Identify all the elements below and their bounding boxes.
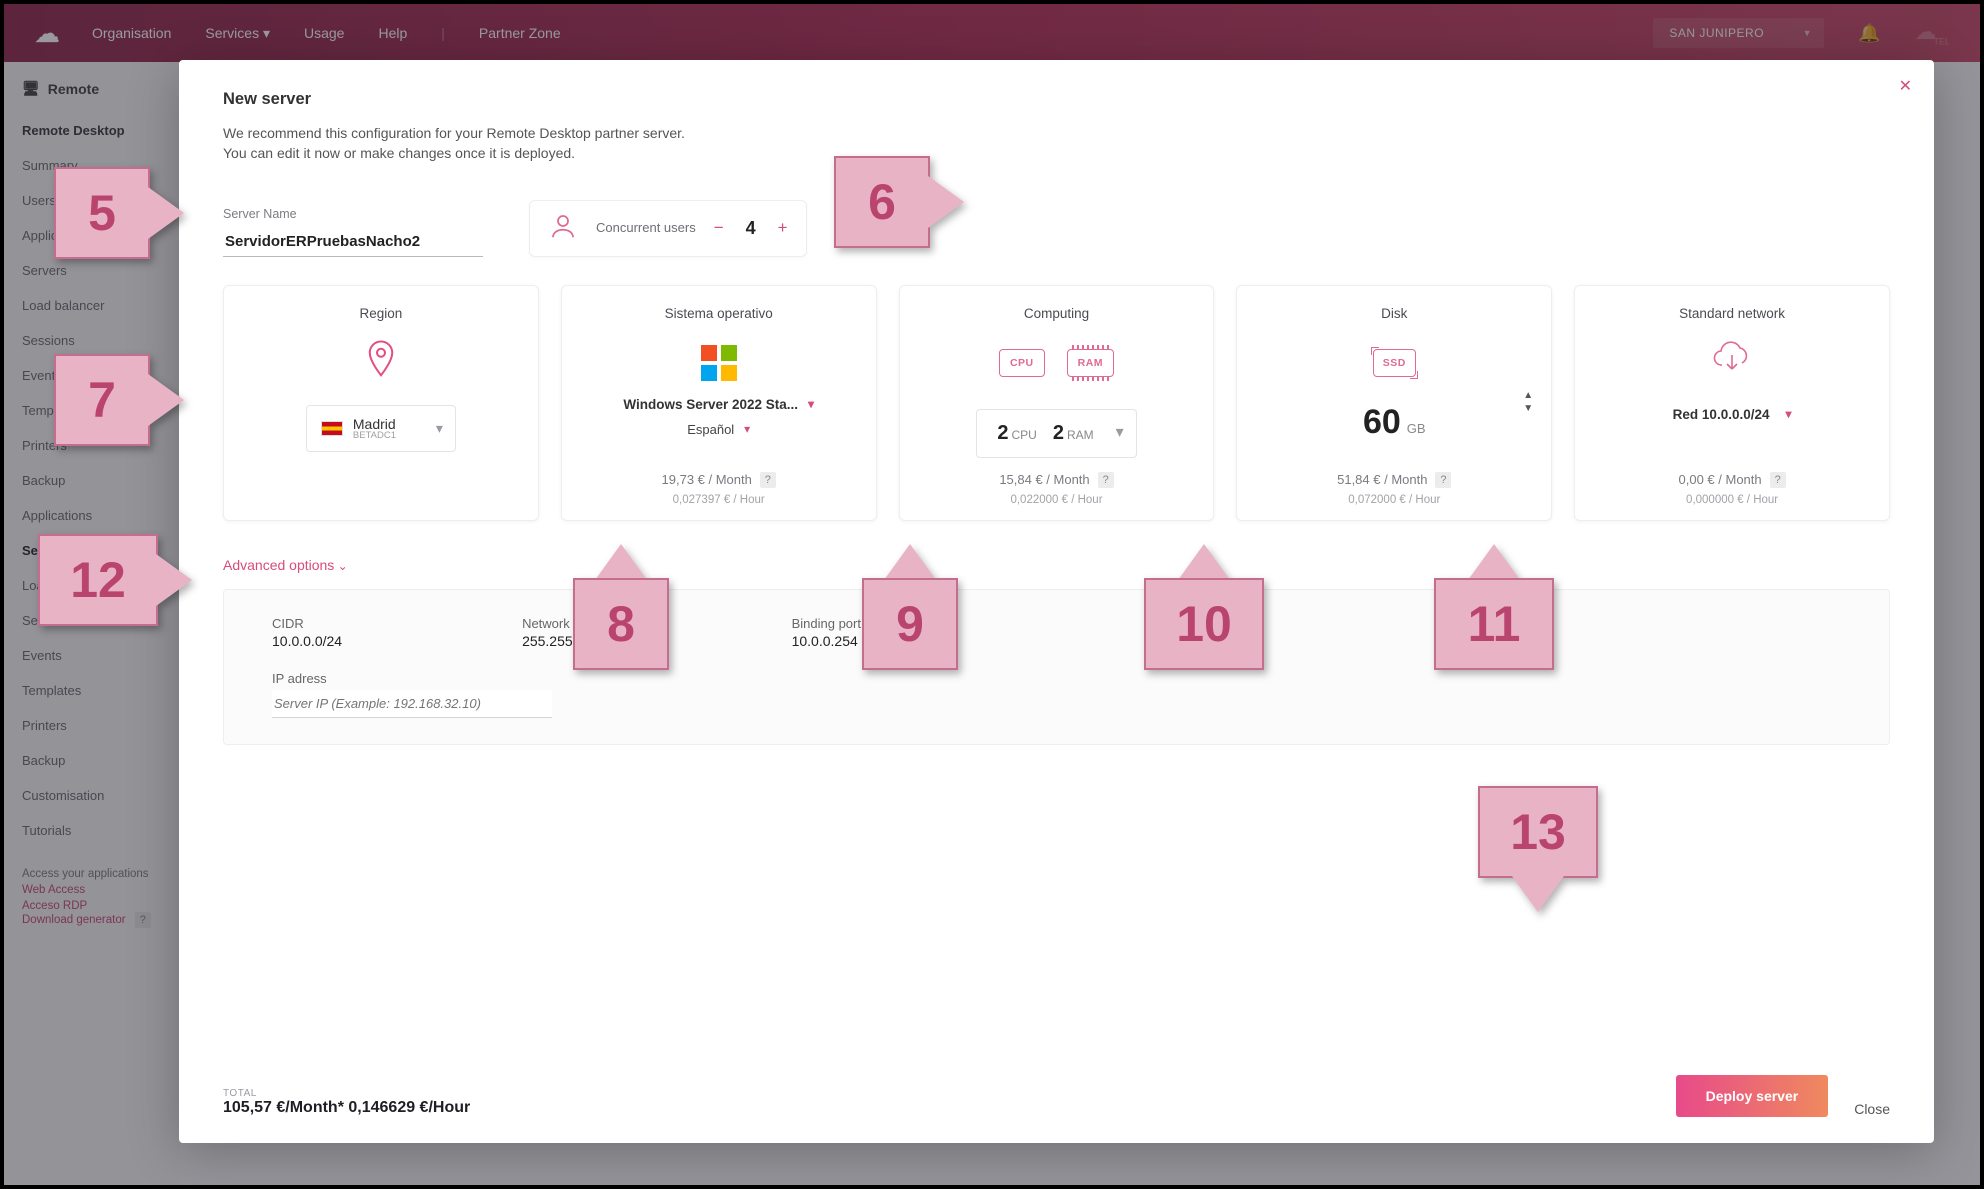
- location-pin-icon: [366, 340, 396, 386]
- concurrent-users-value: 4: [746, 218, 756, 239]
- total-label: TOTAL: [223, 1088, 470, 1099]
- os-language-select[interactable]: Español: [687, 422, 750, 437]
- computing-price: 15,84 € / Month: [999, 472, 1089, 487]
- windows-logo-icon: [701, 345, 737, 381]
- binding-value: 10.0.0.254: [792, 633, 861, 649]
- modal-title: New server: [223, 90, 1890, 109]
- new-server-modal: ✕ New server We recommend this configura…: [179, 60, 1934, 1143]
- increment-button[interactable]: +: [778, 218, 788, 238]
- help-icon[interactable]: ?: [1435, 472, 1451, 488]
- disk-value: 60: [1363, 403, 1401, 442]
- advanced-options-panel: CIDR 10.0.0.0/24 Network mask 255.255.255.…: [223, 589, 1890, 745]
- help-icon[interactable]: ?: [1098, 472, 1114, 488]
- card-region-title: Region: [360, 306, 403, 321]
- region-select[interactable]: Madrid BETADC1: [306, 405, 456, 452]
- computing-price-hour: 0,022000 € / Hour: [1010, 494, 1102, 520]
- mask-label: Network mask: [522, 616, 612, 631]
- os-select[interactable]: Windows Server 2022 Sta...: [623, 397, 814, 412]
- server-name-field: Server Name: [223, 207, 483, 257]
- binding-label: Binding port: [792, 616, 861, 631]
- ram-icon: RAM: [1067, 349, 1114, 377]
- network-select[interactable]: Red 10.0.0.0/24: [1673, 407, 1792, 422]
- card-disk-title: Disk: [1381, 306, 1407, 321]
- help-icon[interactable]: ?: [760, 472, 776, 488]
- cidr-value: 10.0.0.0/24: [272, 633, 342, 649]
- card-os-title: Sistema operativo: [665, 306, 773, 321]
- total-value: 105,57 €/Month* 0,146629 €/Hour: [223, 1099, 470, 1117]
- modal-intro-2: You can edit it now or make changes once…: [223, 143, 1890, 163]
- network-price: 0,00 € / Month: [1679, 472, 1762, 487]
- card-os: Sistema operativo Windows Server 2022 St…: [561, 285, 877, 521]
- network-price-hour: 0,000000 € / Hour: [1686, 494, 1778, 520]
- concurrent-users-widget: Concurrent users − 4 +: [529, 200, 807, 257]
- cidr-label: CIDR: [272, 616, 342, 631]
- ip-label: IP adress: [272, 671, 1841, 686]
- mask-value: 255.255.255.0: [522, 633, 612, 649]
- cpu-icon: CPU: [999, 349, 1045, 377]
- card-disk: Disk SSD 60 GB ▲▼ 51,84 € / Month? 0,072…: [1236, 285, 1552, 521]
- card-network: Standard network Red 10.0.0.0/24 0,00 € …: [1574, 285, 1890, 521]
- close-icon[interactable]: ✕: [1899, 76, 1912, 96]
- disk-unit: GB: [1407, 421, 1426, 436]
- modal-intro-1: We recommend this configuration for your…: [223, 123, 1890, 143]
- card-computing: Computing CPU RAM 2CPU 2RAM 15,84 € / Mo…: [899, 285, 1215, 521]
- server-name-input[interactable]: [223, 227, 483, 257]
- user-icon: [548, 211, 578, 246]
- computing-select[interactable]: 2CPU 2RAM: [976, 409, 1136, 458]
- card-network-title: Standard network: [1679, 306, 1785, 321]
- disk-price: 51,84 € / Month: [1337, 472, 1427, 487]
- os-price: 19,73 € / Month: [662, 472, 752, 487]
- disk-stepper[interactable]: ▲▼: [1523, 390, 1533, 414]
- disk-price-hour: 0,072000 € / Hour: [1348, 494, 1440, 520]
- flag-spain-icon: [321, 421, 343, 436]
- ip-address-input[interactable]: [272, 690, 552, 718]
- cloud-download-icon: [1712, 341, 1752, 384]
- help-icon[interactable]: ?: [1770, 472, 1786, 488]
- card-region: Region Madrid BETADC1: [223, 285, 539, 521]
- concurrent-users-label: Concurrent users: [596, 220, 696, 236]
- card-computing-title: Computing: [1024, 306, 1089, 321]
- ssd-icon: SSD: [1373, 349, 1416, 377]
- os-price-hour: 0,027397 € / Hour: [673, 494, 765, 520]
- region-dc: BETADC1: [353, 430, 396, 441]
- advanced-options-toggle[interactable]: Advanced options: [223, 557, 1890, 573]
- server-name-label: Server Name: [223, 207, 483, 221]
- close-button[interactable]: Close: [1854, 1101, 1890, 1117]
- deploy-server-button[interactable]: Deploy server: [1676, 1075, 1829, 1117]
- decrement-button[interactable]: −: [714, 218, 724, 238]
